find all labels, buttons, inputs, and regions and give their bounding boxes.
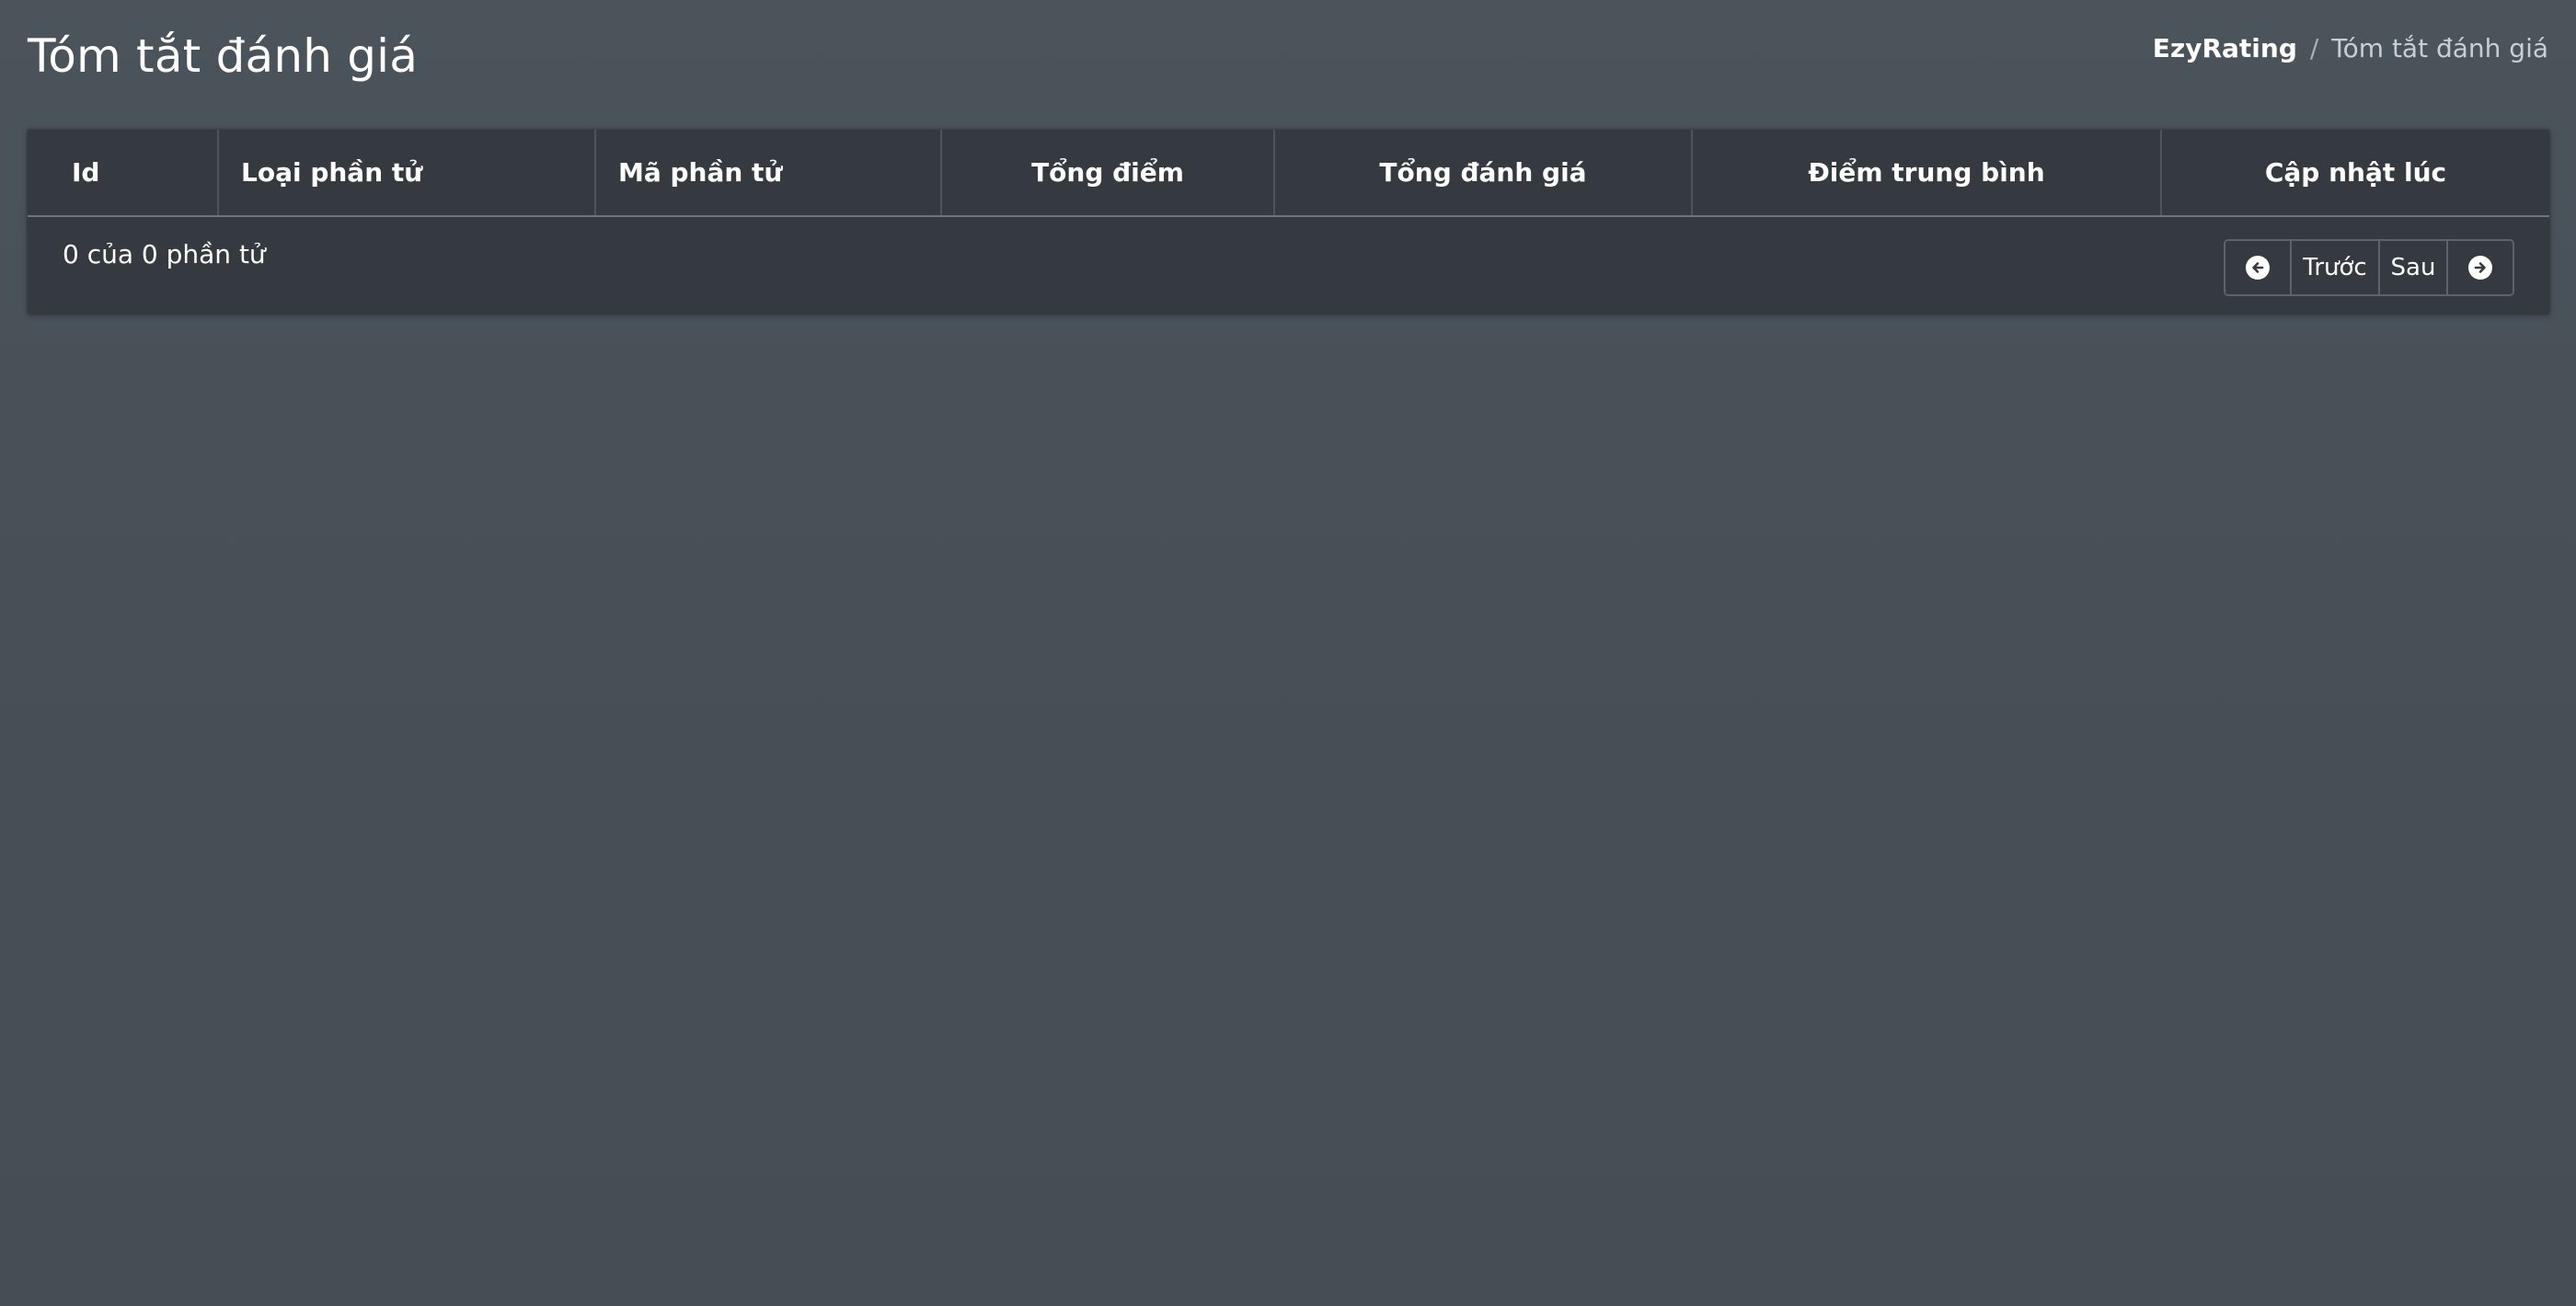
- column-header-element-code[interactable]: Mã phần tử: [595, 130, 942, 217]
- pagination: Trước Sau: [2224, 239, 2514, 296]
- breadcrumb-home-link[interactable]: EzyRating: [2153, 33, 2297, 63]
- next-page-icon-button[interactable]: [2448, 241, 2513, 294]
- column-header-element-type[interactable]: Loại phần tử: [218, 130, 596, 217]
- page-title: Tóm tắt đánh giá: [28, 29, 419, 83]
- table-header-row: Id Loại phần tử Mã phần tử Tổng điểm Tổn…: [28, 130, 2549, 217]
- column-header-total-score[interactable]: Tổng điểm: [941, 130, 1275, 217]
- column-header-total-ratings[interactable]: Tổng đánh giá: [1274, 130, 1693, 217]
- prev-page-button[interactable]: Trước: [2292, 241, 2380, 294]
- breadcrumb: EzyRating / Tóm tắt đánh giá: [2153, 33, 2548, 63]
- page: Tóm tắt đánh giá EzyRating / Tóm tắt đán…: [0, 0, 2576, 1306]
- column-header-id[interactable]: Id: [28, 130, 219, 217]
- page-header: Tóm tắt đánh giá EzyRating / Tóm tắt đán…: [28, 26, 2548, 90]
- rating-summary-table: Id Loại phần tử Mã phần tử Tổng điểm Tổn…: [28, 130, 2549, 217]
- breadcrumb-separator: /: [2309, 33, 2319, 63]
- next-page-button[interactable]: Sau: [2380, 241, 2448, 294]
- column-header-average-score[interactable]: Điểm trung bình: [1692, 130, 2162, 217]
- arrow-circle-left-icon: [2246, 256, 2270, 280]
- arrow-circle-right-icon: [2468, 256, 2492, 280]
- prev-page-icon-button[interactable]: [2225, 241, 2292, 294]
- rating-summary-card: Id Loại phần tử Mã phần tử Tổng điểm Tổn…: [28, 130, 2549, 314]
- column-header-updated-at[interactable]: Cập nhật lúc: [2161, 130, 2549, 217]
- table-header: Id Loại phần tử Mã phần tử Tổng điểm Tổn…: [28, 130, 2549, 217]
- entries-info: 0 của 0 phần tử: [63, 239, 266, 269]
- table-footer: 0 của 0 phần tử Trước Sau: [28, 217, 2549, 314]
- breadcrumb-current: Tóm tắt đánh giá: [2331, 33, 2548, 63]
